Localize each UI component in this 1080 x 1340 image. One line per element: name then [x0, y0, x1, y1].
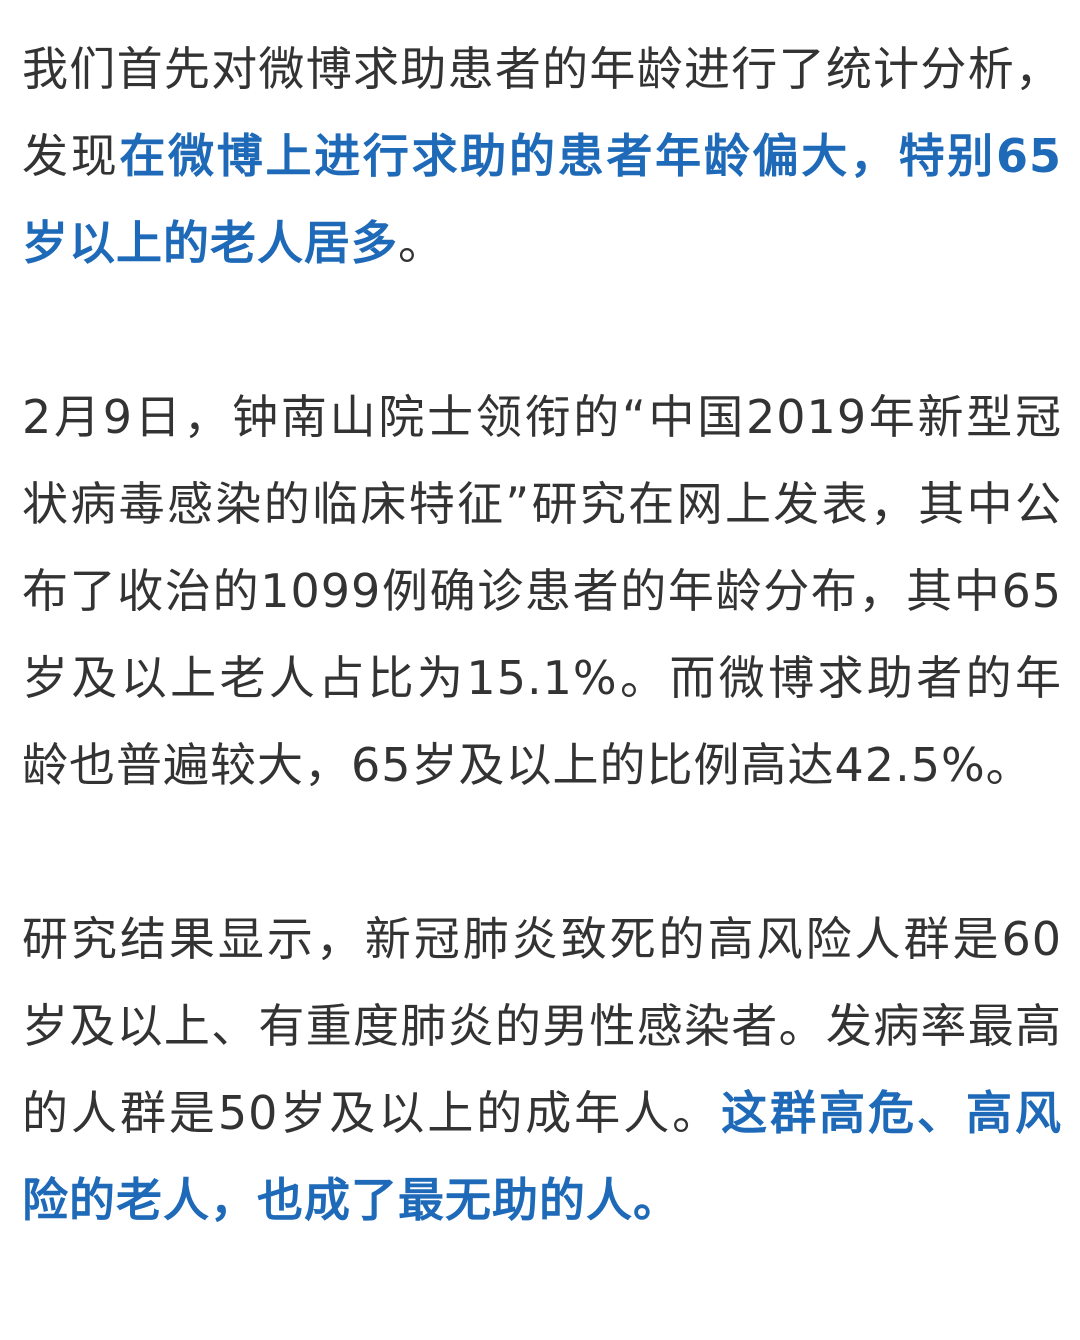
paragraph-age-analysis: 我们首先对微博求助患者的年龄进行了统计分析，发现在微博上进行求助的患者年龄偏大，…: [22, 26, 1062, 287]
highlighted-text: 在微博上进行求助的患者年龄偏大，特别65岁以上的老人居多: [22, 129, 1063, 270]
article-body: 我们首先对微博求助患者的年龄进行了统计分析，发现在微博上进行求助的患者年龄偏大，…: [22, 26, 1062, 1244]
paragraph-study-findings: 2月9日，钟南山院士领衔的“中国2019年新型冠状病毒感染的临床特征”研究在网上…: [22, 374, 1062, 809]
text-segment: 。: [398, 216, 445, 270]
paragraph-risk-groups: 研究结果显示，新冠肺炎致死的高风险人群是60岁及以上、有重度肺炎的男性感染者。发…: [22, 896, 1062, 1244]
text-segment: 2月9日，钟南山院士领衔的“中国2019年新型冠状病毒感染的临床特征”研究在网上…: [22, 390, 1062, 792]
